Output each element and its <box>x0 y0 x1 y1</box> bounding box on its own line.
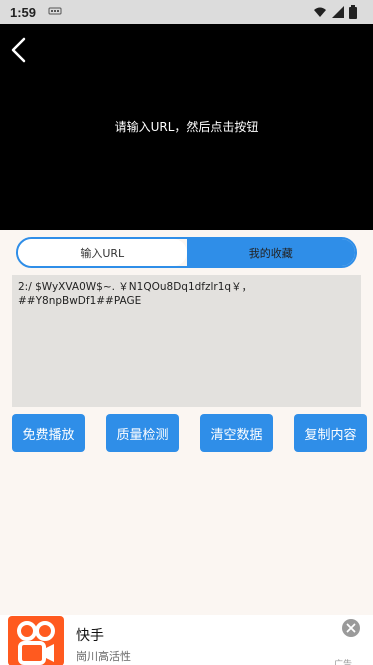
status-bar: 1:59 <box>0 0 373 24</box>
tab-bar: 输入URL 我的收藏 <box>16 237 357 268</box>
close-icon[interactable] <box>342 619 360 637</box>
free-play-button[interactable]: 免费播放 <box>12 414 85 452</box>
ad-subtitle: 崗川高活性 <box>76 650 131 663</box>
quality-check-button[interactable]: 质量检测 <box>106 414 179 452</box>
action-buttons: 免费播放 质量检测 清空数据 复制内容 <box>12 414 367 453</box>
wifi-icon <box>313 5 327 19</box>
video-player[interactable]: 请输入URL，然后点击按钮 <box>0 24 373 230</box>
url-input[interactable] <box>12 275 361 407</box>
kuaishou-logo-icon[interactable] <box>8 616 64 665</box>
player-message: 请输入URL，然后点击按钮 <box>114 120 259 134</box>
ad-banner[interactable]: 快手 崗川高活性 广告 <box>0 615 373 665</box>
copy-content-button[interactable]: 复制内容 <box>294 414 367 452</box>
ad-title[interactable]: 快手 <box>76 625 104 645</box>
status-time: 1:59 <box>10 4 37 20</box>
clear-data-button[interactable]: 清空数据 <box>200 414 273 452</box>
main-content: 输入URL 我的收藏 免费播放 质量检测 清空数据 复制内容 <box>0 230 373 615</box>
sim-icon <box>48 6 62 19</box>
tab-input-url[interactable]: 输入URL <box>18 239 187 266</box>
ad-tag: 广告 <box>334 660 353 665</box>
signal-icon <box>331 5 345 19</box>
battery-icon <box>349 5 363 19</box>
back-arrow-icon[interactable] <box>8 36 32 64</box>
tab-favorites[interactable]: 我的收藏 <box>186 239 355 266</box>
